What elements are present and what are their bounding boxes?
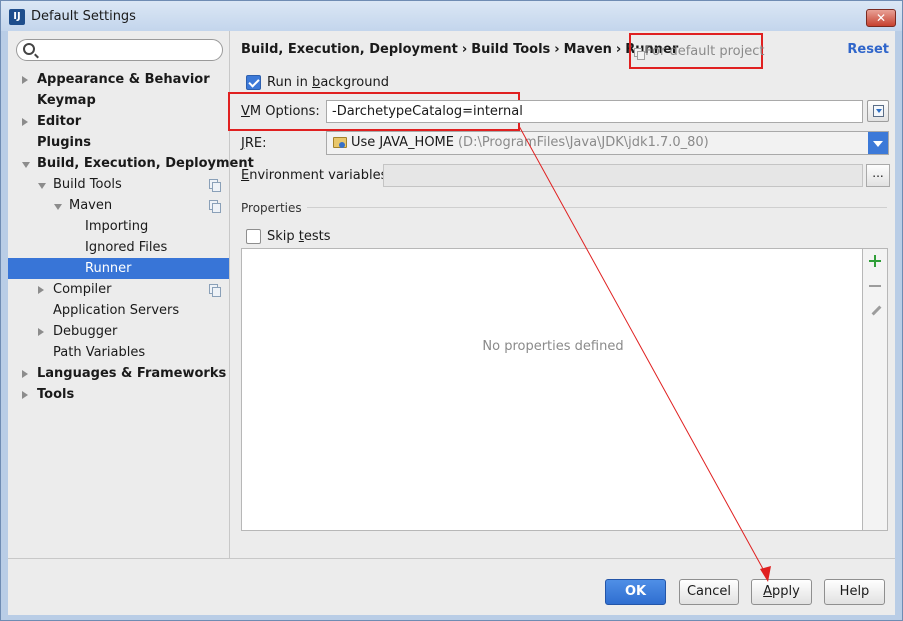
empty-properties-message: No properties defined	[482, 339, 624, 354]
sidebar-item-label: Build Tools	[53, 177, 122, 192]
skip-tests-checkbox[interactable]	[246, 229, 261, 244]
chevron-right-icon[interactable]	[22, 76, 28, 84]
java-home-icon	[333, 137, 347, 148]
properties-section-title: Properties	[241, 201, 302, 215]
expand-icon	[873, 105, 884, 117]
runner-settings-panel: Build, Execution, Deployment › Build Tools…	[228, 31, 895, 558]
settings-window: IJ Default Settings ✕ Appearance & Behav…	[0, 0, 903, 621]
jre-label: JRE:	[241, 136, 267, 151]
properties-toolbar	[863, 248, 888, 531]
sidebar-item[interactable]: Maven	[8, 195, 229, 216]
sidebar-item[interactable]: Application Servers	[8, 300, 229, 321]
dialog-button-bar: OK Cancel Apply Help	[8, 558, 895, 615]
jre-selected-value: Use JAVA_HOME (D:\ProgramFiles\Java\JDK\j…	[351, 135, 709, 150]
sidebar-item[interactable]: Build Tools	[8, 174, 229, 195]
add-icon[interactable]	[868, 254, 882, 268]
sidebar-item-label: Languages & Frameworks	[37, 366, 227, 381]
title-bar[interactable]: IJ Default Settings ✕	[1, 1, 902, 31]
reset-link[interactable]: Reset	[847, 42, 889, 57]
sidebar-item-label: Ignored Files	[85, 240, 168, 255]
search-icon	[23, 43, 35, 55]
sidebar-item-label: Keymap	[37, 93, 96, 108]
sidebar-item[interactable]: Runner	[8, 258, 229, 279]
dialog-content: Appearance & Behavior Keymap Editor Plugins…	[8, 31, 895, 615]
breadcrumb-item: Maven	[563, 42, 612, 57]
window-title: Default Settings	[31, 9, 136, 24]
chevron-right-icon[interactable]	[38, 286, 44, 294]
sidebar-item[interactable]: Languages & Frameworks	[8, 363, 229, 384]
chevron-down-icon[interactable]	[54, 204, 62, 210]
breadcrumb-item: Build Tools	[471, 42, 551, 57]
search-box[interactable]	[16, 39, 223, 61]
sidebar-item[interactable]: Path Variables	[8, 342, 229, 363]
vm-options-label: VM Options:	[241, 104, 320, 119]
environment-variables-browse-button[interactable]: ...	[866, 164, 890, 187]
sidebar-item-label: Tools	[37, 387, 75, 402]
search-input[interactable]	[41, 42, 216, 58]
chevron-right-icon[interactable]	[22, 370, 28, 378]
copy-icon	[209, 284, 221, 297]
sidebar-item[interactable]: Plugins	[8, 132, 229, 153]
ok-button[interactable]: OK	[605, 579, 666, 605]
chevron-down-icon[interactable]	[868, 132, 888, 154]
copy-icon	[634, 48, 645, 60]
environment-variables-label: Environment variables:	[241, 168, 392, 183]
breadcrumb-separator: ›	[615, 42, 622, 57]
chevron-right-icon[interactable]	[38, 328, 44, 336]
sidebar-item-label: Application Servers	[53, 303, 180, 318]
properties-table[interactable]: No properties defined	[241, 248, 863, 531]
environment-variables-field[interactable]	[383, 164, 863, 187]
default-project-label: For default project	[645, 44, 765, 59]
jre-select[interactable]: Use JAVA_HOME (D:\ProgramFiles\Java\JDK\j…	[326, 131, 889, 155]
expand-field-button[interactable]	[867, 100, 889, 122]
sidebar-item-label: Plugins	[37, 135, 91, 150]
sidebar-item[interactable]: Debugger	[8, 321, 229, 342]
close-button[interactable]: ✕	[866, 9, 896, 27]
run-in-background-label[interactable]: Run in background	[267, 75, 389, 90]
sidebar-item-label: Runner	[85, 261, 132, 276]
sidebar-item[interactable]: Keymap	[8, 90, 229, 111]
copy-icon	[209, 200, 221, 213]
chevron-right-icon[interactable]	[22, 118, 28, 126]
settings-tree: Appearance & Behavior Keymap Editor Plugins…	[8, 69, 254, 405]
chevron-right-icon[interactable]	[22, 391, 28, 399]
breadcrumb-item: Build, Execution, Deployment	[241, 42, 458, 57]
sidebar-item[interactable]: Appearance & Behavior	[8, 69, 229, 90]
cancel-button[interactable]: Cancel	[679, 579, 739, 605]
sidebar-item[interactable]: Ignored Files	[8, 237, 229, 258]
vm-options-field[interactable]: -DarchetypeCatalog=internal	[326, 100, 863, 123]
sidebar-item[interactable]: Build, Execution, Deployment	[8, 153, 254, 174]
sidebar-item-label: Importing	[85, 219, 149, 234]
chevron-down-icon[interactable]	[38, 183, 46, 189]
default-project-highlight: For default project	[629, 33, 765, 69]
section-divider	[307, 207, 887, 208]
sidebar-item-label: Appearance & Behavior	[37, 72, 210, 87]
sidebar-item-label: Path Variables	[53, 345, 146, 360]
sidebar-item-label: Editor	[37, 114, 82, 129]
breadcrumb-separator: ›	[461, 42, 468, 57]
apply-button[interactable]: Apply	[751, 579, 812, 605]
sidebar-item[interactable]: Tools	[8, 384, 229, 405]
breadcrumb-separator: ›	[554, 42, 560, 57]
sidebar-item[interactable]: Editor	[8, 111, 229, 132]
copy-icon	[209, 179, 221, 192]
sidebar-item[interactable]: Importing	[8, 216, 229, 237]
skip-tests-label[interactable]: Skip tests	[267, 229, 331, 244]
sidebar-item-label: Debugger	[53, 324, 118, 339]
run-in-background-checkbox[interactable]	[246, 75, 261, 90]
intellij-app-icon: IJ	[9, 9, 25, 25]
sidebar-item-label: Compiler	[53, 282, 112, 297]
sidebar-item-label: Build, Execution, Deployment	[37, 156, 254, 171]
sidebar-item[interactable]: Compiler	[8, 279, 229, 300]
help-button[interactable]: Help	[824, 579, 885, 605]
settings-sidebar: Appearance & Behavior Keymap Editor Plugins…	[8, 31, 254, 558]
breadcrumb: Build, Execution, Deployment › Build Tools…	[241, 42, 678, 57]
chevron-down-icon[interactable]	[22, 162, 30, 168]
edit-icon[interactable]	[868, 304, 882, 318]
remove-icon[interactable]	[868, 279, 882, 293]
close-icon: ✕	[875, 11, 887, 25]
sidebar-item-label: Maven	[69, 198, 113, 213]
